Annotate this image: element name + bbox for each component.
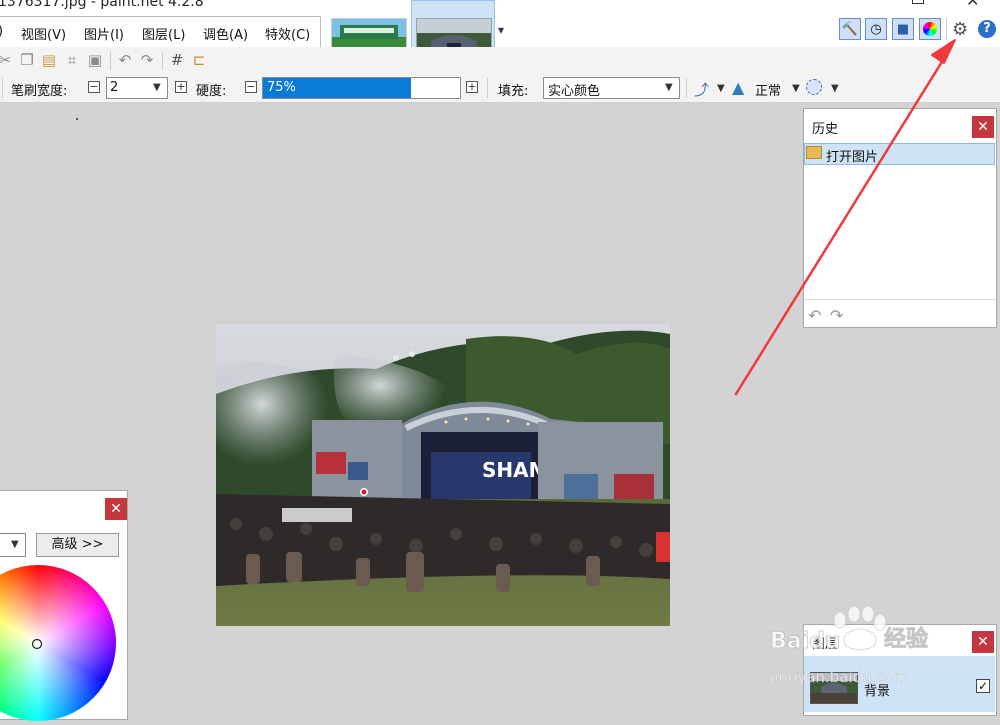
colors-close-button[interactable]: ✕ — [105, 498, 127, 520]
undo-icon[interactable]: ↶ — [116, 50, 134, 70]
menu-item-layers[interactable]: 图层(L) — [142, 24, 185, 43]
menu-item-prev[interactable]: ) — [0, 24, 3, 39]
brush-width-increase-button[interactable]: + — [175, 81, 187, 93]
stray-pixel — [76, 118, 78, 120]
redo-icon[interactable]: ↷ — [138, 50, 156, 70]
menu-item-effects[interactable]: 特效(C) — [265, 24, 310, 43]
fill-mode-value: 实心颜色 — [548, 84, 601, 99]
color-wheel[interactable] — [0, 565, 116, 725]
brush-width-label: 笔刷宽度: — [11, 84, 68, 99]
window-title: 1376317.jpg - paint.net 4.2.8 — [0, 0, 204, 10]
tabs-dropdown-button[interactable]: ▾ — [498, 23, 504, 37]
brush-width-value: 2 — [110, 80, 119, 95]
deselect-icon[interactable]: ▣ — [86, 50, 104, 70]
divider — [946, 18, 947, 40]
settings-gear-icon[interactable]: ⚙ — [952, 19, 968, 40]
watermark-label: 经验 — [884, 626, 928, 652]
maximize-button[interactable] — [912, 0, 924, 4]
hardness-decrease-button[interactable]: − — [245, 81, 257, 93]
divider — [162, 52, 163, 70]
history-panel — [803, 108, 997, 328]
divider — [2, 78, 3, 98]
clock-icon: ◷ — [870, 21, 882, 37]
hardness-value: 75% — [267, 80, 296, 95]
blend-mode-icon: ▲ — [732, 78, 745, 97]
layer-visibility-checkbox[interactable]: ✓ — [976, 679, 990, 693]
hardness-label: 硬度: — [196, 84, 227, 99]
menu-item-view[interactable]: 视图(V) — [21, 24, 66, 43]
chevron-down-icon[interactable]: ▼ — [831, 83, 839, 94]
chevron-down-icon[interactable]: ▼ — [717, 83, 725, 94]
fill-label: 填充: — [498, 84, 529, 99]
menu-item-image[interactable]: 图片(I) — [84, 24, 124, 43]
chevron-down-icon: ▼ — [153, 82, 161, 93]
crop-icon[interactable]: ⌗ — [63, 50, 81, 70]
history-undo-icon[interactable]: ↶ — [808, 306, 821, 325]
history-redo-icon[interactable]: ↷ — [830, 306, 843, 325]
color-mode-select[interactable]: ▼ — [0, 533, 26, 557]
open-folder-icon — [806, 146, 822, 159]
layers-window-toggle[interactable]: ■ — [892, 18, 914, 40]
baidu-watermark: Baidu 经验 jingyan.baidu.com — [769, 605, 928, 686]
cut-icon[interactable]: ✂ — [0, 50, 14, 70]
image-canvas[interactable]: SHAM — [216, 324, 670, 626]
tools-window-toggle[interactable]: 🔨 — [839, 18, 861, 40]
colors-window-toggle[interactable] — [919, 18, 941, 40]
menu-item-adjustments[interactable]: 调色(A) — [203, 24, 248, 43]
brush-width-decrease-button[interactable]: − — [88, 81, 100, 93]
color-wheel-icon — [923, 22, 937, 36]
watermark-site: jingyan.baidu.com — [769, 668, 908, 686]
divider — [110, 52, 111, 70]
help-icon[interactable]: ? — [978, 20, 996, 38]
blend-mode-value[interactable]: 正常 — [755, 80, 781, 99]
copy-icon[interactable]: ❐ — [18, 50, 36, 70]
chevron-down-icon: ▼ — [665, 82, 673, 93]
divider — [686, 78, 687, 98]
chevron-down-icon[interactable]: ▼ — [792, 83, 800, 94]
ruler-icon[interactable]: ⊏ — [190, 50, 208, 70]
selection-mode-icon[interactable] — [806, 79, 822, 95]
history-window-toggle[interactable]: ◷ — [865, 18, 887, 40]
history-close-button[interactable]: ✕ — [972, 116, 994, 138]
watermark-brand: Baidu — [770, 629, 841, 654]
antialiasing-icon[interactable]: ⤴ — [694, 79, 709, 100]
layers-close-button[interactable]: ✕ — [972, 631, 994, 653]
history-item-label: 打开图片 — [826, 150, 879, 165]
advanced-colors-button[interactable]: 高级 >> — [36, 533, 119, 557]
paste-icon[interactable]: ▤ — [40, 50, 58, 70]
history-panel-title: 历史 — [812, 122, 839, 137]
layers-icon: ■ — [896, 21, 910, 37]
close-window-button[interactable]: ✕ — [966, 0, 979, 10]
divider — [804, 299, 996, 300]
hardness-increase-button[interactable]: + — [466, 81, 478, 93]
divider — [487, 78, 488, 98]
hammer-icon: 🔨 — [841, 21, 859, 37]
chevron-down-icon: ▼ — [11, 539, 19, 550]
grid-icon[interactable]: # — [168, 50, 186, 70]
